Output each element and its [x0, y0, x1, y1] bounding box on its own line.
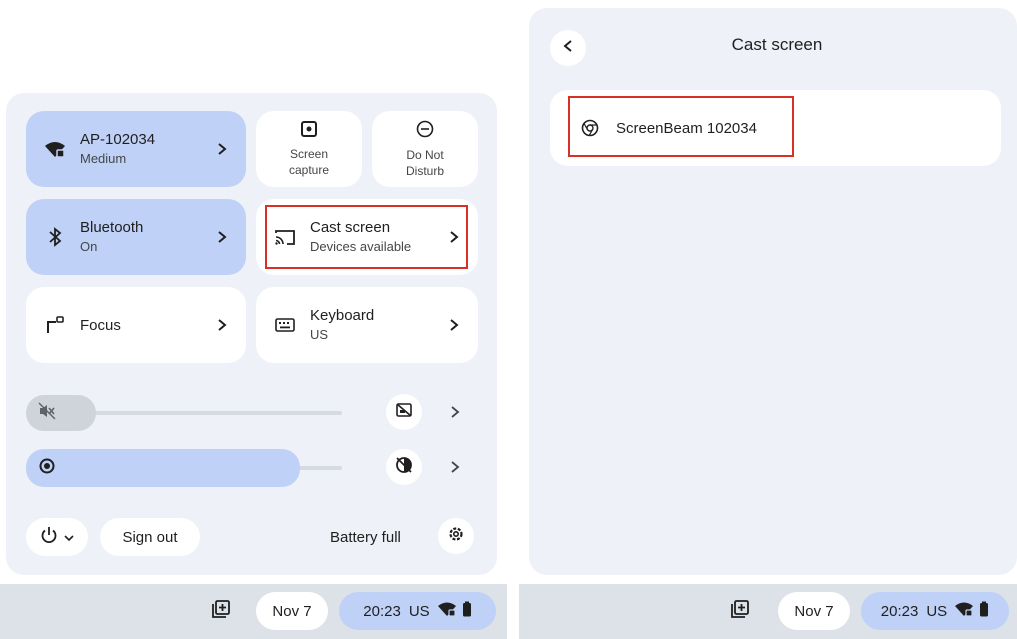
- bluetooth-label: Bluetooth: [80, 219, 144, 236]
- brightness-slider-track[interactable]: [296, 466, 342, 470]
- date-button[interactable]: Nov 7: [778, 592, 850, 630]
- focus-tile[interactable]: Focus: [26, 287, 246, 363]
- input-method-label: US: [926, 602, 948, 620]
- battery-icon: [979, 601, 989, 621]
- phone-hub-button[interactable]: [721, 592, 759, 630]
- audio-settings-chevron-icon[interactable]: [445, 402, 465, 422]
- shelf-right: Nov 7 20:23 US: [519, 584, 1017, 639]
- cast-device-icon: [580, 118, 600, 138]
- status-area-button[interactable]: 20:23 US: [339, 592, 496, 630]
- network-name: AP-102034: [80, 131, 156, 148]
- chevron-right-icon[interactable]: [442, 313, 466, 337]
- chevron-right-icon[interactable]: [442, 225, 466, 249]
- gear-icon: [447, 525, 465, 548]
- night-light-off-icon: [395, 456, 413, 479]
- power-menu-button[interactable]: [26, 518, 88, 556]
- cast-screen-tile[interactable]: Cast screen Devices available: [256, 199, 478, 275]
- chevron-down-icon: [64, 529, 74, 546]
- chevron-right-icon[interactable]: [210, 137, 234, 161]
- cast-screen-panel: Cast screen ScreenBeam 102034: [529, 8, 1017, 575]
- quick-settings-panel: AP-102034 Medium Screen capture Do Not D…: [6, 93, 497, 575]
- battery-status: Battery full: [330, 529, 401, 546]
- chevron-right-icon[interactable]: [210, 225, 234, 249]
- camera-off-icon: [395, 401, 413, 424]
- focus-label: Focus: [80, 316, 121, 334]
- clock-time: 20:23: [363, 602, 401, 620]
- bluetooth-icon: [44, 226, 66, 248]
- bluetooth-tile[interactable]: Bluetooth On: [26, 199, 246, 275]
- night-light-button[interactable]: [386, 449, 422, 485]
- power-icon: [40, 526, 58, 548]
- brightness-slider[interactable]: [26, 449, 300, 487]
- volume-slider-track[interactable]: [92, 411, 342, 415]
- sign-out-button[interactable]: Sign out: [100, 518, 200, 556]
- keyboard-tile[interactable]: Keyboard US: [256, 287, 478, 363]
- do-not-disturb-icon: [416, 120, 434, 143]
- settings-button[interactable]: [438, 518, 474, 554]
- wifi-locked-icon: [44, 138, 66, 160]
- chevron-right-icon[interactable]: [210, 313, 234, 337]
- display-settings-chevron-icon[interactable]: [445, 457, 465, 477]
- screen-capture-button[interactable]: Screen capture: [256, 111, 362, 187]
- screen-capture-label: Screen capture: [288, 146, 330, 177]
- mic-settings-button[interactable]: [386, 394, 422, 430]
- network-strength: Medium: [80, 151, 127, 166]
- brightness-icon: [38, 457, 56, 480]
- screen-capture-icon: [301, 120, 317, 142]
- cast-screen-title: Cast screen: [731, 35, 823, 54]
- volume-slider[interactable]: [26, 395, 96, 431]
- do-not-disturb-label: Do Not Disturb: [405, 147, 444, 178]
- volume-muted-icon: [38, 402, 56, 425]
- bluetooth-status: On: [80, 239, 98, 254]
- cast-screen-label: Cast screen: [310, 219, 391, 236]
- keyboard-layout: US: [310, 327, 329, 342]
- cast-device-item[interactable]: ScreenBeam 102034: [550, 90, 1001, 166]
- phone-hub-button[interactable]: [202, 592, 240, 630]
- clock-time: 20:23: [880, 602, 919, 620]
- shelf-left: Nov 7 20:23 US: [0, 584, 507, 639]
- keyboard-icon: [274, 314, 296, 336]
- add-to-screen-icon: [211, 599, 231, 623]
- battery-icon: [462, 601, 472, 621]
- do-not-disturb-button[interactable]: Do Not Disturb: [372, 111, 478, 187]
- cast-screen-status: Devices available: [310, 239, 412, 254]
- keyboard-label: Keyboard: [310, 307, 375, 324]
- input-method-label: US: [408, 602, 430, 620]
- date-button[interactable]: Nov 7: [256, 592, 328, 630]
- wifi-locked-icon: [955, 601, 974, 621]
- add-to-screen-icon: [730, 599, 750, 623]
- network-tile[interactable]: AP-102034 Medium: [26, 111, 246, 187]
- status-area-button[interactable]: 20:23 US: [861, 592, 1009, 630]
- wifi-locked-icon: [437, 601, 456, 621]
- cast-icon: [274, 226, 296, 248]
- cast-device-name: ScreenBeam 102034: [616, 119, 757, 137]
- focus-icon: [44, 314, 66, 336]
